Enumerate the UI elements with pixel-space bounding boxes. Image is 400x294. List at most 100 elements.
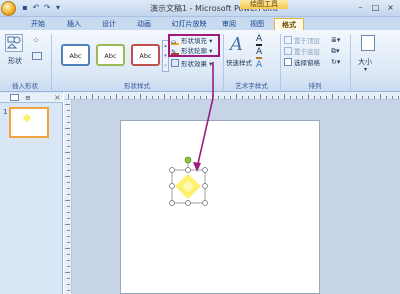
quick-styles-label[interactable]: 快速样式 (226, 57, 252, 67)
ruler-tick (338, 96, 339, 99)
ruler-tick (128, 96, 129, 99)
ruler-tick (67, 164, 70, 165)
arrange-group-label: 排列 (308, 82, 322, 90)
align-icon[interactable]: ≣▾ (331, 36, 340, 44)
text-effects-icon[interactable]: A (256, 61, 262, 70)
vertical-ruler (64, 100, 72, 294)
shape-fill-button[interactable]: ⛀ 形状填充 ▾ (171, 36, 212, 46)
ruler-tick (230, 96, 231, 99)
shape-effects-label: 形状效果 (181, 60, 207, 68)
tab-design[interactable]: 设计 (95, 18, 123, 30)
bring-front-icon (284, 36, 292, 44)
text-outline-icon[interactable]: A (256, 48, 263, 59)
ruler-tick (170, 96, 171, 99)
shapes-gallery-icon[interactable] (5, 34, 23, 52)
group-icon[interactable]: ⧉▾ (331, 47, 340, 56)
close-icon[interactable]: × (54, 93, 61, 103)
ruler-tick (92, 94, 93, 99)
ruler-tick (86, 96, 87, 99)
context-tab-group-label: 绘图工具 (240, 0, 288, 9)
maximize-button[interactable]: □ (369, 2, 382, 14)
ruler-tick (308, 94, 309, 99)
qat-dropdown-icon[interactable]: ▾ (53, 3, 63, 13)
ruler-tick (67, 158, 70, 159)
ruler-tick (368, 96, 369, 99)
selection-pane-button[interactable]: 选择窗格 (284, 58, 320, 68)
shape-style-sample-1[interactable]: Abc (61, 44, 90, 66)
ruler-tick (314, 96, 315, 99)
tab-insert[interactable]: 插入 (60, 18, 88, 30)
bring-to-front-button[interactable]: 置于顶层 (284, 36, 320, 46)
shape-outline-button[interactable]: ✎ 形状轮廓 ▾ (171, 46, 212, 56)
ruler-tick (67, 146, 70, 147)
slides-tab-icon[interactable] (10, 94, 19, 101)
tab-home[interactable]: 开始 (24, 18, 52, 30)
ruler-tick (65, 104, 70, 105)
tab-animation[interactable]: 动画 (130, 18, 158, 30)
ruler-tick (67, 122, 70, 123)
text-box-icon[interactable] (32, 52, 42, 60)
ruler-tick (248, 96, 249, 99)
tab-review[interactable]: 审阅 (216, 18, 242, 30)
ruler-tick (67, 278, 70, 279)
size-dropdown-icon[interactable]: ▾ (364, 66, 367, 73)
quick-styles-icon[interactable]: A (230, 34, 243, 55)
ruler-tick (272, 96, 273, 99)
rotate-icon[interactable]: ↻▾ (331, 58, 340, 66)
close-button[interactable]: × (384, 2, 397, 14)
ruler-tick (284, 94, 285, 99)
ruler-tick (65, 272, 70, 273)
ruler-tick (350, 96, 351, 99)
ruler-tick (80, 96, 81, 99)
ruler-tick (67, 236, 70, 237)
ruler-tick (302, 96, 303, 99)
ruler-tick (140, 94, 141, 99)
ruler-tick (236, 94, 237, 99)
ruler-tick (67, 170, 70, 171)
tab-format[interactable]: 格式 (274, 18, 304, 30)
selection-pane-icon (284, 58, 292, 66)
shape-style-sample-2[interactable]: Abc (96, 44, 125, 66)
text-fill-icon[interactable]: A (256, 35, 263, 46)
ruler-tick (110, 96, 111, 99)
slides-pane-tabs: ≡ × (0, 93, 63, 103)
ruler-tick (374, 96, 375, 99)
save-icon[interactable]: ▪ (20, 3, 30, 13)
ruler-tick (398, 96, 399, 99)
ruler-tick (362, 96, 363, 99)
shape-style-sample-3[interactable]: Abc (131, 44, 160, 66)
ruler-tick (188, 94, 189, 99)
ruler-tick (67, 254, 70, 255)
outline-tab-icon[interactable]: ≡ (25, 94, 31, 102)
ruler-tick (65, 176, 70, 177)
ruler-tick (182, 96, 183, 99)
shapes-label[interactable]: 形状 (8, 56, 22, 66)
ruler-tick (146, 96, 147, 99)
redo-icon[interactable]: ↷ (42, 3, 52, 13)
ruler-tick (74, 96, 75, 99)
edit-shape-icon[interactable]: ⁘ (32, 36, 40, 46)
thumbnail-shape (22, 113, 32, 123)
undo-icon[interactable]: ↶ (31, 3, 41, 13)
ruler-tick (67, 140, 70, 141)
minimize-button[interactable]: – (354, 2, 367, 14)
tab-slideshow[interactable]: 幻灯片放映 (166, 18, 212, 30)
send-to-back-button[interactable]: 置于底层 (284, 47, 320, 57)
wordart-group-label: 艺术字样式 (235, 82, 268, 90)
shape-effects-button[interactable]: 形状效果 ▾ (171, 59, 212, 69)
ruler-tick (254, 96, 255, 99)
ruler-tick (326, 96, 327, 99)
ruler-tick (116, 94, 117, 99)
slide-thumbnail[interactable] (9, 107, 49, 138)
office-button[interactable] (1, 1, 16, 16)
ruler-tick (67, 266, 70, 267)
ruler-tick (67, 110, 70, 111)
size-icon[interactable] (361, 35, 375, 51)
ruler-tick (380, 94, 381, 99)
tab-view[interactable]: 视图 (244, 18, 270, 30)
ruler-tick (164, 94, 165, 99)
ruler-tick (65, 128, 70, 129)
ruler-tick (152, 96, 153, 99)
slide-canvas[interactable] (120, 120, 320, 294)
ruler-tick (122, 96, 123, 99)
